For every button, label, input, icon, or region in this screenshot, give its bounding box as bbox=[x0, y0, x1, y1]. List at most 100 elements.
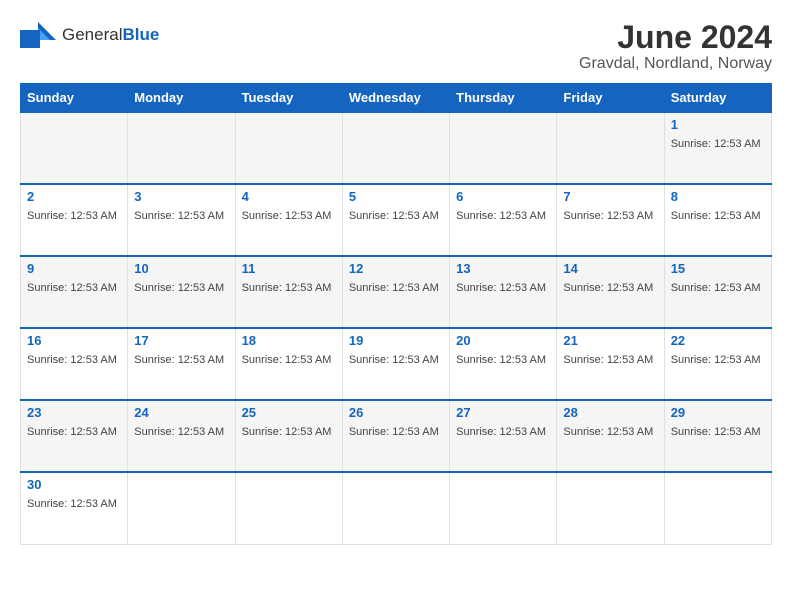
day-number: 1 bbox=[671, 117, 765, 132]
day-sunrise-info: Sunrise: 12:53 AM bbox=[456, 282, 546, 294]
calendar-week-row: 30 Sunrise: 12:53 AM bbox=[21, 472, 772, 544]
calendar-day-cell: 3Sunrise: 12:53 AM bbox=[128, 184, 235, 256]
day-sunrise-info: Sunrise: 12:53 AM bbox=[27, 426, 117, 438]
day-number: 24 bbox=[134, 405, 228, 420]
day-number: 18 bbox=[242, 333, 336, 348]
calendar-table: Sunday Monday Tuesday Wednesday Thursday… bbox=[20, 83, 772, 545]
day-sunrise-info: Sunrise: 12:53 AM bbox=[456, 426, 546, 438]
day-sunrise-info: Sunrise: 12:53 AM bbox=[671, 138, 761, 150]
day-sunrise-info: Sunrise: 12:53 AM bbox=[456, 210, 546, 222]
calendar-day-cell: 22 Sunrise: 12:53 AM bbox=[664, 328, 771, 400]
calendar-day-cell bbox=[557, 112, 664, 184]
col-sunday: Sunday bbox=[21, 84, 128, 113]
day-sunrise-info: Sunrise: 12:53 AM bbox=[134, 210, 224, 222]
logo-general: General bbox=[62, 25, 122, 44]
day-sunrise-info: Sunrise: 12:53 AM bbox=[27, 498, 117, 510]
calendar-day-cell bbox=[450, 472, 557, 544]
day-sunrise-info: Sunrise: 12:53 AM bbox=[671, 354, 761, 366]
col-saturday: Saturday bbox=[664, 84, 771, 113]
calendar-day-cell: 15Sunrise: 12:53 AM bbox=[664, 256, 771, 328]
day-number: 16 bbox=[27, 333, 121, 348]
calendar-day-cell bbox=[664, 472, 771, 544]
calendar-day-cell: 25 Sunrise: 12:53 AM bbox=[235, 400, 342, 472]
calendar-day-cell bbox=[128, 112, 235, 184]
day-sunrise-info: Sunrise: 12:53 AM bbox=[456, 354, 546, 366]
calendar-day-cell: 17Sunrise: 12:53 AM bbox=[128, 328, 235, 400]
calendar-week-row: 9Sunrise: 12:53 AM10Sunrise: 12:53 AM11S… bbox=[21, 256, 772, 328]
calendar-day-cell: 19 Sunrise: 12:53 AM bbox=[342, 328, 449, 400]
calendar-day-cell: 8 Sunrise: 12:53 AM bbox=[664, 184, 771, 256]
day-sunrise-info: Sunrise: 12:53 AM bbox=[563, 426, 653, 438]
day-number: 21 bbox=[563, 333, 657, 348]
day-number: 8 bbox=[671, 189, 765, 204]
calendar-week-row: 1 Sunrise: 12:53 AM bbox=[21, 112, 772, 184]
day-sunrise-info: Sunrise: 12:53 AM bbox=[242, 354, 332, 366]
day-sunrise-info: Sunrise: 12:53 AM bbox=[27, 210, 117, 222]
day-number: 6 bbox=[456, 189, 550, 204]
calendar-day-cell bbox=[342, 472, 449, 544]
day-sunrise-info: Sunrise: 12:53 AM bbox=[671, 210, 761, 222]
calendar-header: Sunday Monday Tuesday Wednesday Thursday… bbox=[21, 84, 772, 113]
day-number: 10 bbox=[134, 261, 228, 276]
day-sunrise-info: Sunrise: 12:53 AM bbox=[134, 426, 224, 438]
calendar-day-cell: 13 Sunrise: 12:53 AM bbox=[450, 256, 557, 328]
calendar-day-cell: 2 Sunrise: 12:53 AM bbox=[21, 184, 128, 256]
day-number: 22 bbox=[671, 333, 765, 348]
calendar-day-cell bbox=[342, 112, 449, 184]
logo-blue: Blue bbox=[122, 25, 159, 44]
day-number: 30 bbox=[27, 477, 121, 492]
day-sunrise-info: Sunrise: 12:53 AM bbox=[349, 354, 439, 366]
calendar-day-cell: 12Sunrise: 12:53 AM bbox=[342, 256, 449, 328]
calendar-day-cell: 24 Sunrise: 12:53 AM bbox=[128, 400, 235, 472]
day-number: 28 bbox=[563, 405, 657, 420]
day-sunrise-info: Sunrise: 12:53 AM bbox=[563, 210, 653, 222]
col-thursday: Thursday bbox=[450, 84, 557, 113]
title-area: June 2024 Gravdal, Nordland, Norway bbox=[579, 20, 772, 73]
day-sunrise-info: Sunrise: 12:53 AM bbox=[349, 426, 439, 438]
day-number: 25 bbox=[242, 405, 336, 420]
calendar-day-cell bbox=[21, 112, 128, 184]
calendar-day-cell: 27 Sunrise: 12:53 AM bbox=[450, 400, 557, 472]
day-number: 7 bbox=[563, 189, 657, 204]
day-sunrise-info: Sunrise: 12:53 AM bbox=[349, 210, 439, 222]
col-monday: Monday bbox=[128, 84, 235, 113]
calendar-day-cell bbox=[557, 472, 664, 544]
day-number: 19 bbox=[349, 333, 443, 348]
col-friday: Friday bbox=[557, 84, 664, 113]
calendar-day-cell: 26Sunrise: 12:53 AM bbox=[342, 400, 449, 472]
day-number: 4 bbox=[242, 189, 336, 204]
day-sunrise-info: Sunrise: 12:53 AM bbox=[27, 282, 117, 294]
calendar-day-cell: 11 Sunrise: 12:53 AM bbox=[235, 256, 342, 328]
day-number: 29 bbox=[671, 405, 765, 420]
calendar-page: GeneralBlue June 2024 Gravdal, Nordland,… bbox=[0, 0, 792, 612]
day-sunrise-info: Sunrise: 12:53 AM bbox=[134, 354, 224, 366]
calendar-day-cell: 10Sunrise: 12:53 AM bbox=[128, 256, 235, 328]
calendar-day-cell bbox=[128, 472, 235, 544]
calendar-day-cell bbox=[450, 112, 557, 184]
col-wednesday: Wednesday bbox=[342, 84, 449, 113]
day-sunrise-info: Sunrise: 12:53 AM bbox=[671, 282, 761, 294]
calendar-day-cell bbox=[235, 472, 342, 544]
day-sunrise-info: Sunrise: 12:53 AM bbox=[242, 282, 332, 294]
day-number: 27 bbox=[456, 405, 550, 420]
day-sunrise-info: Sunrise: 12:53 AM bbox=[563, 282, 653, 294]
day-number: 13 bbox=[456, 261, 550, 276]
logo-icon bbox=[20, 20, 56, 50]
day-sunrise-info: Sunrise: 12:53 AM bbox=[27, 354, 117, 366]
header: GeneralBlue June 2024 Gravdal, Nordland,… bbox=[20, 20, 772, 73]
calendar-day-cell: 23 Sunrise: 12:53 AM bbox=[21, 400, 128, 472]
calendar-day-cell: 16 Sunrise: 12:53 AM bbox=[21, 328, 128, 400]
day-number: 20 bbox=[456, 333, 550, 348]
day-number: 11 bbox=[242, 261, 336, 276]
day-sunrise-info: Sunrise: 12:53 AM bbox=[671, 426, 761, 438]
calendar-day-cell bbox=[235, 112, 342, 184]
day-sunrise-info: Sunrise: 12:53 AM bbox=[242, 426, 332, 438]
calendar-day-cell: 20 Sunrise: 12:53 AM bbox=[450, 328, 557, 400]
day-number: 23 bbox=[27, 405, 121, 420]
day-sunrise-info: Sunrise: 12:53 AM bbox=[563, 354, 653, 366]
calendar-day-cell: 28 Sunrise: 12:53 AM bbox=[557, 400, 664, 472]
day-number: 2 bbox=[27, 189, 121, 204]
calendar-week-row: 16Sunrise: 12:53 AM17Sunrise: 12:53 AM18… bbox=[21, 328, 772, 400]
calendar-day-cell: 1 Sunrise: 12:53 AM bbox=[664, 112, 771, 184]
calendar-week-row: 2Sunrise: 12:53 AM3Sunrise: 12:53 AM4Sun… bbox=[21, 184, 772, 256]
